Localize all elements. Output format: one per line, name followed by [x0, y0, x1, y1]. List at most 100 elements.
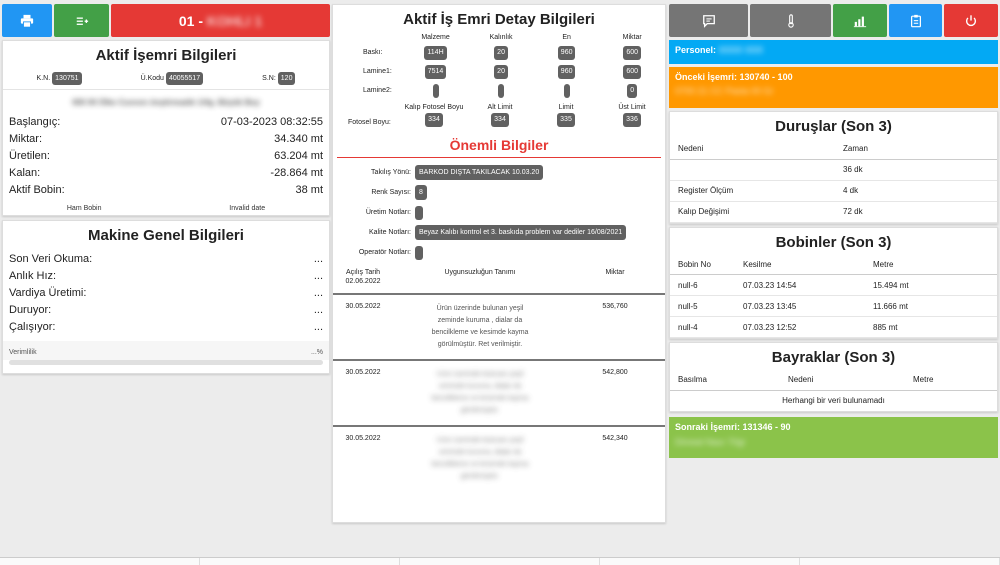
note-label: Renk Sayısı: — [371, 189, 411, 196]
material-cell: 20 — [468, 45, 534, 60]
machine-info-key: Vardiya Üretimi: — [9, 286, 87, 299]
previous-order-label: Önceki İşemri: 130740 - 100 — [675, 72, 793, 82]
table-row: null-6 07.03.23 14:54 15.494 mt — [670, 274, 997, 296]
order-info-value: 63.204 mt — [274, 149, 323, 162]
note-row: Kalite Notları: Beyaz Kalıbı kontrol et 3… — [333, 223, 665, 242]
note-value: 8 — [415, 185, 427, 200]
table-cell: 07.03.23 13:45 — [735, 295, 865, 317]
col-header: Miktar — [622, 34, 642, 41]
personel-box: Personel: XXXX XXX — [669, 40, 998, 64]
chart-button[interactable] — [833, 4, 887, 37]
material-cell: 600 — [599, 64, 665, 79]
flags-col-metre: Metre — [905, 370, 997, 391]
efficiency-row: Verimlilik ...% — [3, 341, 329, 360]
kn-label: K.N. — [36, 75, 51, 82]
efficiency-label: Verimlilik — [9, 349, 37, 356]
left-toolbar: 01 - KOHLI 1 — [2, 4, 330, 37]
detail-card: Aktif İş Emri Detay Bilgileri Malzeme Ka… — [332, 4, 666, 523]
material-cell — [403, 83, 469, 98]
active-order-card: Aktif İşemri Bilgileri K.N. 130751 Ü.Kodu… — [2, 40, 330, 216]
material-value: 7514 — [424, 64, 447, 79]
machine-info-row: Çalışıyor:... — [3, 318, 329, 335]
bar-chart-icon — [853, 16, 867, 27]
active-order-title: Aktif İşemri Bilgileri — [95, 47, 237, 64]
material-cell: 0 — [599, 83, 665, 98]
fault-date: 30.05.2022 — [345, 369, 381, 376]
next-order-label: Sonraki İşemri: 131346 - 90 — [675, 422, 791, 432]
col-header: Malzeme — [421, 34, 450, 41]
right-toolbar — [669, 4, 998, 37]
note-row: Üretim Notları: — [333, 203, 665, 222]
machine-info-row: Duruyor:... — [3, 301, 329, 318]
ham-bobin-row: Ham Bobin Invalid date — [3, 198, 329, 220]
invalid-date-label: Invalid date — [229, 205, 266, 212]
table-row: Kalıp Değişimi 72 dk — [670, 201, 997, 223]
power-icon — [965, 14, 977, 26]
order-info-key: Miktar: — [9, 132, 42, 145]
note-row: Takılış Yönü: BARKOD DIŞTA TAKILACAK 10.0… — [333, 163, 665, 182]
power-button[interactable] — [944, 4, 998, 37]
machine-title-button[interactable]: 01 - KOHLI 1 — [111, 4, 330, 37]
fotosel-value: 334 — [491, 113, 509, 127]
bobbins-col-no: Bobin No — [670, 254, 735, 275]
fault-row: 30.05.2022 Ürün üzerinde bulunan yeşil ze… — [333, 359, 665, 425]
order-info-value: -28.864 mt — [270, 166, 323, 179]
material-value: 960 — [557, 45, 576, 60]
order-rows: Başlangıç: 07-03-2023 08:32:55 Miktar: 34.3… — [3, 113, 329, 198]
fotosel-col-label: Üst Limit — [618, 104, 646, 111]
message-button[interactable] — [669, 4, 748, 37]
material-value — [498, 83, 505, 98]
machine-info-value: ... — [313, 252, 323, 265]
fault-col-date: Açılış Tarih — [345, 269, 381, 276]
thermometer-icon — [787, 13, 794, 28]
note-label: Operatör Notları: — [358, 249, 411, 256]
print-button[interactable] — [2, 4, 52, 37]
table-cell: 15.494 mt — [865, 274, 997, 296]
personel-label: Personel: — [675, 45, 717, 55]
material-row: Lamine2: 0 — [333, 81, 665, 100]
table-cell: Kalıp Değişimi — [670, 201, 835, 223]
fault-desc: Ürün üzerinde bulunan yeşil zeminde kuru… — [431, 437, 529, 480]
flags-col-basilma: Basılma — [670, 370, 780, 391]
flags-table: Basılma Nedeni Metre Herhangi bir veri b… — [670, 370, 997, 411]
material-value: 20 — [494, 45, 508, 60]
machine-rows: Son Veri Okuma:... Anlık Hız:... Vardiya Ü… — [3, 248, 329, 335]
machine-info-row: Anlık Hız:... — [3, 267, 329, 284]
material-cell: 7514 — [403, 64, 469, 79]
fault-desc: Ürün üzerinde bulunan yeşil zeminde kuru… — [431, 371, 529, 414]
stops-col-reason: Nedeni — [670, 139, 835, 160]
fotosel-value: 336 — [623, 113, 641, 127]
product-name: 000 00 Ölke Cuvvon önştirmadık 1/4g. Büy… — [72, 98, 260, 107]
note-row: Renk Sayısı: 8 — [333, 183, 665, 202]
order-info-key: Başlangıç: — [9, 115, 61, 128]
sn-value: 120 — [277, 72, 296, 85]
note-value — [415, 205, 423, 220]
fault-date: 30.05.2022 — [345, 303, 381, 310]
fotosel-col-label: Limit — [558, 104, 574, 111]
fault-qty: 542,340 — [602, 435, 628, 442]
order-info-key: Üretilen: — [9, 149, 50, 162]
order-info-value: 07-03-2023 08:32:55 — [220, 115, 323, 128]
material-cell — [534, 83, 600, 98]
order-info-row: Üretilen: 63.204 mt — [3, 147, 329, 164]
machine-info-key: Son Veri Okuma: — [9, 252, 93, 265]
important-title: Önemli Bilgiler — [337, 129, 661, 158]
add-list-button[interactable] — [54, 4, 109, 37]
note-label: Üretim Notları: — [365, 209, 411, 216]
fotosel-cell: Üst Limit 336 — [599, 104, 665, 127]
list-add-icon — [76, 17, 88, 25]
note-label: Takılış Yönü: — [371, 169, 411, 176]
material-value: 0 — [627, 83, 638, 98]
next-order-box: Sonraki İşemri: 131346 - 90 Dimeal Naur … — [669, 417, 998, 458]
order-info-key: Aktif Bobin: — [9, 183, 65, 196]
right-column: Personel: XXXX XXX Önceki İşemri: 130740… — [669, 4, 998, 458]
clipboard-icon — [910, 14, 921, 27]
thermometer-button[interactable] — [750, 4, 831, 37]
personel-name: XXXX XXX — [718, 45, 764, 55]
clipboard-button[interactable] — [889, 4, 942, 37]
stops-card: Duruşlar (Son 3) Nedeni Zaman 36 dk Regis… — [669, 111, 998, 224]
material-cell: 600 — [599, 45, 665, 60]
bobbins-table: Bobin No Kesilme Metre null-6 07.03.23 14… — [670, 254, 997, 338]
material-value: 600 — [623, 45, 642, 60]
material-cell: 960 — [534, 45, 600, 60]
